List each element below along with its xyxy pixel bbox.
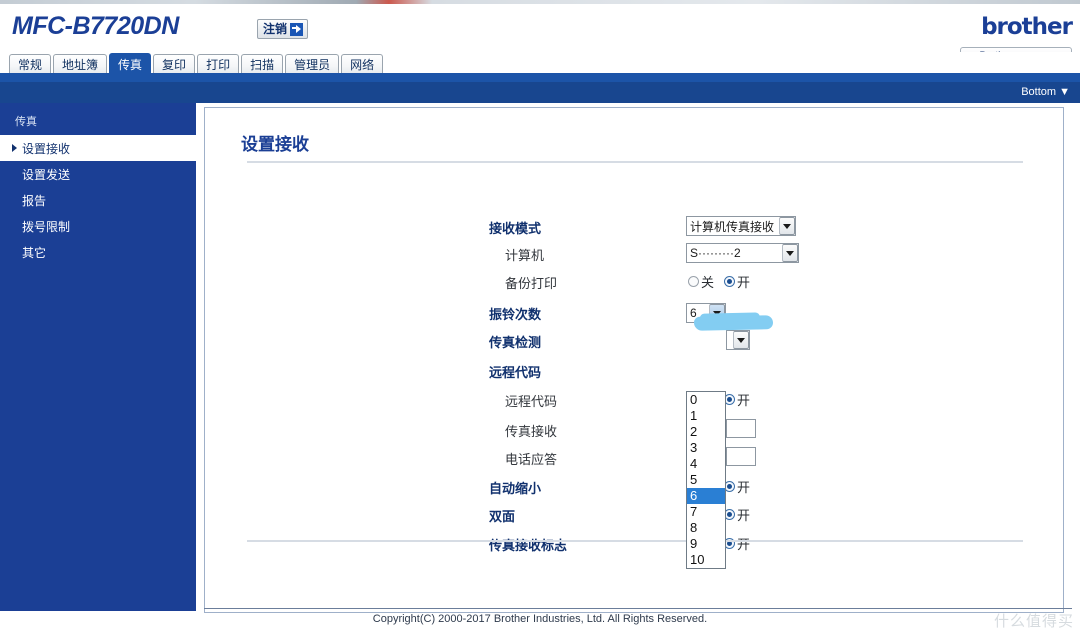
dropdown-option-6[interactable]: 6: [687, 488, 725, 504]
receive-mode-select[interactable]: 计算机传真接收: [686, 216, 796, 236]
label-ring-delay: 振铃次数: [489, 307, 542, 322]
tab-2[interactable]: 传真: [109, 53, 152, 74]
arrow-right-icon: [290, 22, 304, 36]
caret-right-icon: [12, 144, 17, 152]
label-backup-print: 备份打印: [505, 276, 558, 291]
logout-button[interactable]: 注销: [257, 19, 309, 39]
label-remote-code: 远程代码: [505, 394, 558, 409]
fax-rx-stamp-on-label: 开: [737, 537, 751, 552]
backup-print-radio-group: 关 开: [688, 272, 750, 291]
dropdown-option-7[interactable]: 7: [687, 504, 725, 520]
computer-select[interactable]: S·········2: [686, 243, 799, 263]
chevron-down-icon: [779, 217, 795, 235]
radio-selected-icon: [724, 276, 736, 287]
backup-print-on-label: 开: [737, 275, 751, 290]
receive-mode-value: 计算机传真接收: [690, 219, 775, 234]
sidebar-item-label: 拨号限制: [22, 219, 71, 234]
dropdown-option-2[interactable]: 2: [687, 424, 725, 440]
tab-3[interactable]: 复印: [153, 54, 196, 74]
computer-value: S·········2: [690, 246, 741, 260]
brother-logo: brother: [981, 14, 1073, 40]
label-telephone-answer: 电话应答: [505, 452, 558, 467]
sidebar-item-label: 设置接收: [22, 141, 71, 156]
main-content: 设置接收 接收模式 计算机传真接收 计算机 S·········2 备份打印 关: [196, 103, 1080, 637]
title-divider: [247, 161, 1023, 163]
logout-button-label: 注销: [263, 22, 288, 36]
tab-6[interactable]: 管理员: [285, 54, 340, 74]
auto-reduction-on-option[interactable]: 开: [724, 477, 750, 496]
label-auto-reduction: 自动缩小: [489, 481, 542, 496]
settings-panel: 设置接收 接收模式 计算机传真接收 计算机 S·········2 备份打印 关: [204, 107, 1064, 613]
fax-rx-stamp-on-option[interactable]: 开: [724, 534, 750, 553]
sidebar: 传真 设置接收设置发送报告拨号限制其它: [0, 103, 196, 611]
telephone-answer-input[interactable]: [726, 447, 756, 466]
footer-divider: [247, 540, 1023, 542]
backup-print-on-option[interactable]: 开: [724, 272, 750, 291]
label-fax-receive: 传真接收: [505, 424, 558, 439]
page-title: 设置接收: [241, 135, 309, 154]
fax-receive-input[interactable]: [726, 419, 756, 438]
main-tab-bar: 常规 地址簿 传真 复印 打印 扫描 管理员 网络: [0, 52, 1080, 74]
secondary-nav-bar: Bottom ▼: [0, 82, 1080, 103]
dropdown-option-8[interactable]: 8: [687, 520, 725, 536]
sidebar-item-label: 其它: [22, 245, 47, 260]
sidebar-item-2[interactable]: 报告: [0, 187, 196, 213]
label-duplex: 双面: [489, 509, 516, 524]
dropdown-option-1[interactable]: 1: [687, 408, 725, 424]
remote-code-on-label: 开: [737, 393, 751, 408]
tab-7[interactable]: 网络: [341, 54, 384, 74]
tab-1[interactable]: 地址簿: [53, 54, 108, 74]
browser-page: MFC-B7720DN 注销 brother S Brother Solutio…: [0, 0, 1080, 637]
duplex-on-label: 开: [737, 508, 751, 523]
dropdown-option-9[interactable]: 9: [687, 536, 725, 552]
tab-bar-underline: [0, 73, 1080, 82]
chevron-down-icon: [782, 244, 798, 262]
label-fax-rx-stamp: 传真接收标志: [489, 538, 568, 553]
radio-unselected-icon: [688, 276, 699, 287]
dropdown-option-0[interactable]: 0: [687, 392, 725, 408]
jump-to-bottom-link[interactable]: Bottom ▼: [1021, 86, 1070, 98]
dropdown-option-5[interactable]: 5: [687, 472, 725, 488]
label-remote-codes-group: 远程代码: [489, 365, 542, 380]
tab-0[interactable]: 常规: [9, 54, 52, 74]
sidebar-item-0[interactable]: 设置接收: [0, 135, 196, 161]
fax-detect-select[interactable]: [726, 330, 750, 350]
page-header: MFC-B7720DN 注销 brother S Brother Solutio…: [0, 4, 1080, 73]
dropdown-option-10[interactable]: 10: [687, 552, 725, 568]
label-receive-mode: 接收模式: [489, 221, 542, 236]
auto-reduction-on-label: 开: [737, 480, 751, 495]
tab-5[interactable]: 扫描: [241, 54, 284, 74]
label-computer: 计算机: [505, 248, 545, 263]
label-fax-detect: 传真检测: [489, 335, 542, 350]
duplex-on-option[interactable]: 开: [724, 505, 750, 524]
backup-print-off-label: 关: [701, 275, 715, 290]
sidebar-item-label: 报告: [22, 193, 47, 208]
tab-4[interactable]: 打印: [197, 54, 240, 74]
redaction-brush-mark: [693, 315, 774, 331]
sidebar-item-3[interactable]: 拨号限制: [0, 213, 196, 239]
ring-delay-dropdown-list[interactable]: 0 1 2 3 4 5 6 7 8 9 10: [686, 391, 726, 569]
sidebar-heading: 传真: [15, 116, 37, 128]
copyright-text: Copyright(C) 2000-2017 Brother Industrie…: [372, 613, 708, 625]
sidebar-item-1[interactable]: 设置发送: [0, 161, 196, 187]
printer-model-title: MFC-B7720DN: [12, 12, 179, 40]
sidebar-item-4[interactable]: 其它: [0, 239, 196, 265]
chevron-down-icon: [733, 331, 749, 349]
remote-code-on-option[interactable]: 开: [724, 390, 750, 409]
backup-print-off-option[interactable]: 关: [688, 272, 714, 291]
dropdown-option-4[interactable]: 4: [687, 456, 725, 472]
footer-rule: [204, 608, 1072, 609]
sidebar-item-label: 设置发送: [22, 167, 71, 182]
site-watermark: 什么值得买: [993, 613, 1074, 630]
dropdown-option-3[interactable]: 3: [687, 440, 725, 456]
